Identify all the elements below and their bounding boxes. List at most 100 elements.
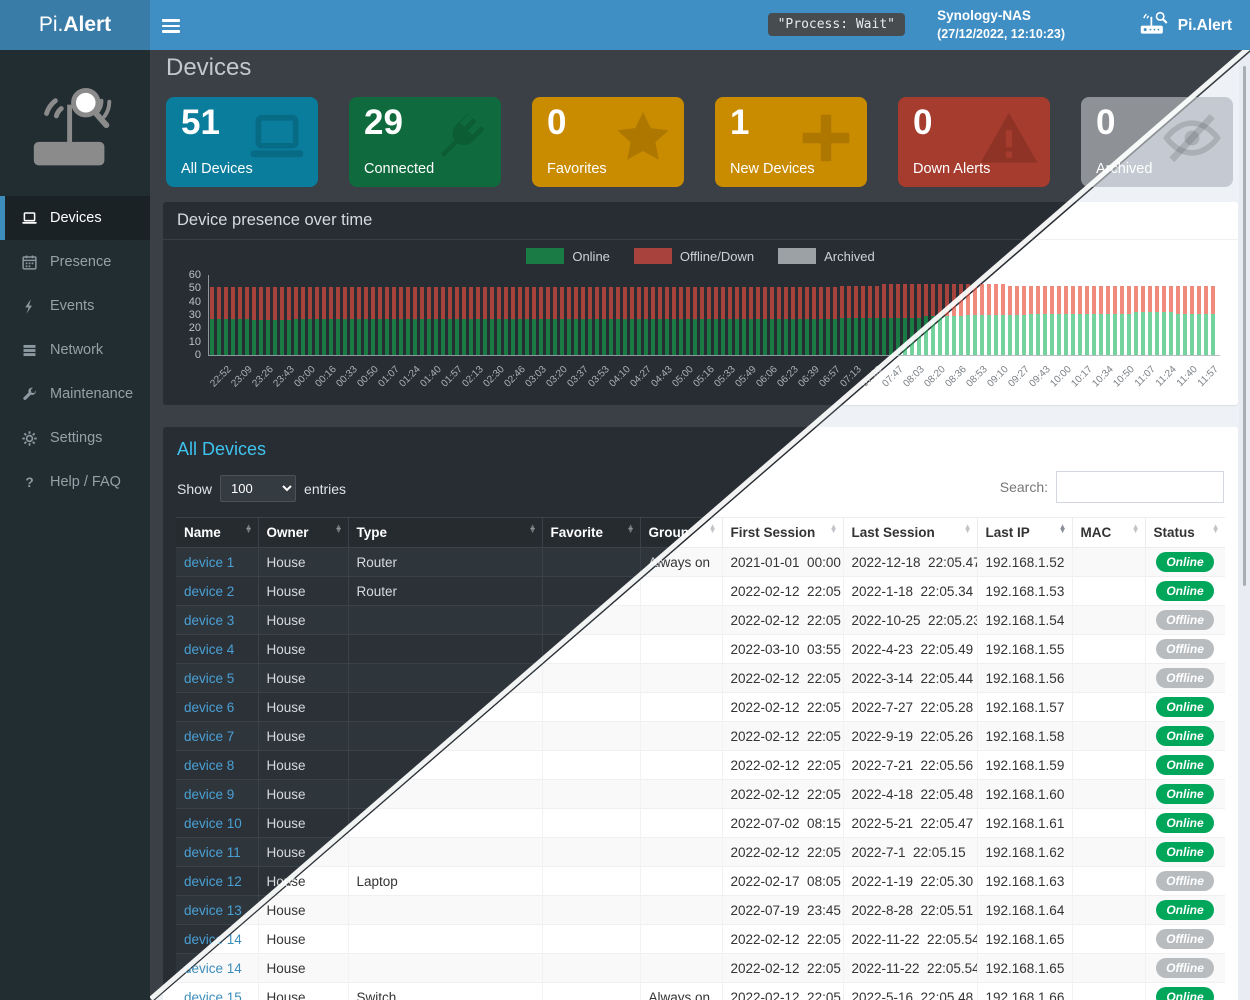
status-badge: Offline bbox=[1156, 871, 1214, 891]
table-cell bbox=[542, 780, 640, 809]
sidebar-item-presence[interactable]: Presence bbox=[0, 240, 150, 284]
sort-icon[interactable]: ▲▼ bbox=[1212, 525, 1220, 534]
sidebar-item-events[interactable]: Events bbox=[0, 284, 150, 328]
sort-icon[interactable]: ▲▼ bbox=[964, 525, 972, 534]
column-header-owner[interactable]: Owner▲▼ bbox=[258, 518, 348, 548]
table-cell: 2022-02-12 22:05 bbox=[722, 577, 843, 606]
device-link[interactable]: device 5 bbox=[184, 671, 234, 686]
table-row: device 13House2022-07-19 23:452022-8-28 … bbox=[176, 896, 1225, 925]
sort-icon[interactable]: ▲▼ bbox=[335, 525, 343, 534]
presence-bar bbox=[434, 287, 438, 355]
table-cell bbox=[1072, 548, 1145, 577]
presence-bar bbox=[756, 287, 760, 355]
search-input[interactable] bbox=[1056, 471, 1224, 503]
device-link[interactable]: device 12 bbox=[184, 874, 242, 889]
page-length-select[interactable]: 100 bbox=[220, 475, 296, 502]
table-cell bbox=[542, 838, 640, 867]
app-logo[interactable]: Pi.Alert bbox=[0, 0, 150, 50]
column-header-last-ip[interactable]: Last IP▲▼ bbox=[977, 518, 1072, 548]
summary-box-new-devices[interactable]: 1New Devices bbox=[715, 97, 867, 187]
device-link[interactable]: device 3 bbox=[184, 613, 234, 628]
table-cell: House bbox=[258, 693, 348, 722]
column-header-status[interactable]: Status▲▼ bbox=[1145, 518, 1225, 548]
column-header-last-session[interactable]: Last Session▲▼ bbox=[843, 518, 977, 548]
device-link[interactable]: device 4 bbox=[184, 642, 234, 657]
sort-icon[interactable]: ▲▼ bbox=[627, 525, 635, 534]
legend-label: Offline/Down bbox=[680, 249, 754, 264]
presence-bar bbox=[469, 287, 473, 355]
table-cell: House bbox=[258, 751, 348, 780]
table-cell: 2022-4-23 22:05.49 bbox=[843, 635, 977, 664]
sort-icon[interactable]: ▲▼ bbox=[1132, 525, 1140, 534]
table-cell bbox=[542, 548, 640, 577]
summary-box-value: 1 bbox=[730, 103, 749, 143]
summary-box-all-devices[interactable]: 51All Devices bbox=[166, 97, 318, 187]
column-header-type[interactable]: Type▲▼ bbox=[348, 518, 542, 548]
column-label: MAC bbox=[1081, 525, 1112, 540]
presence-bar bbox=[287, 287, 291, 355]
column-header-favorite[interactable]: Favorite▲▼ bbox=[542, 518, 640, 548]
sidebar-item-devices[interactable]: Devices bbox=[0, 196, 150, 240]
device-link[interactable]: device 6 bbox=[184, 700, 234, 715]
column-header-first-session[interactable]: First Session▲▼ bbox=[722, 518, 843, 548]
table-cell: 2022-5-21 22:05.47 bbox=[843, 809, 977, 838]
presence-bar bbox=[567, 287, 571, 355]
presence-bar bbox=[833, 287, 837, 355]
table-cell: 2022-12-18 22:05.47 bbox=[843, 548, 977, 577]
device-link[interactable]: device 2 bbox=[184, 584, 234, 599]
device-link[interactable]: device 13 bbox=[184, 903, 242, 918]
device-link[interactable]: device 10 bbox=[184, 816, 242, 831]
sidebar-item-settings[interactable]: Settings bbox=[0, 416, 150, 460]
summary-box-value: 0 bbox=[547, 103, 566, 143]
sort-icon[interactable]: ▲▼ bbox=[1059, 525, 1067, 534]
table-cell: 192.168.1.60 bbox=[977, 780, 1072, 809]
table-cell: 192.168.1.61 bbox=[977, 809, 1072, 838]
table-cell: 2022-02-17 08:05 bbox=[722, 867, 843, 896]
device-link[interactable]: device 15 bbox=[184, 990, 242, 1000]
summary-box-connected[interactable]: 29Connected bbox=[349, 97, 501, 187]
hamburger-menu-icon[interactable] bbox=[162, 16, 184, 34]
sidebar-item-network[interactable]: Network bbox=[0, 328, 150, 372]
search-label: Search: bbox=[1000, 479, 1048, 495]
presence-bar bbox=[392, 287, 396, 355]
table-cell: 2022-8-28 22:05.51 bbox=[843, 896, 977, 925]
star-icon bbox=[612, 107, 674, 174]
sidebar-item-label: Help / FAQ bbox=[50, 474, 121, 490]
table-cell bbox=[640, 896, 722, 925]
table-cell: 192.168.1.56 bbox=[977, 664, 1072, 693]
y-axis-tick-label: 30 bbox=[171, 309, 201, 321]
sidebar-item-maintenance[interactable]: Maintenance bbox=[0, 372, 150, 416]
table-cell: 2022-02-12 22:05 bbox=[722, 983, 843, 1000]
table-cell bbox=[542, 954, 640, 983]
summary-box-down-alerts[interactable]: 0Down Alerts bbox=[898, 97, 1050, 187]
host-name: Synology-NAS bbox=[937, 7, 1065, 26]
question-icon: ? bbox=[18, 474, 40, 491]
legend-item-offline-down: Offline/Down bbox=[634, 248, 754, 264]
column-header-name[interactable]: Name▲▼ bbox=[176, 518, 258, 548]
presence-bar bbox=[497, 287, 501, 355]
scrollbar-track[interactable] bbox=[1239, 50, 1250, 1000]
sort-icon[interactable]: ▲▼ bbox=[709, 525, 717, 534]
device-link[interactable]: device 1 bbox=[184, 555, 234, 570]
device-link[interactable]: device 11 bbox=[184, 845, 241, 860]
device-link[interactable]: device 9 bbox=[184, 787, 234, 802]
table-cell: 2022-5-16 22:05.48 bbox=[843, 983, 977, 1000]
top-navbar: Pi.Alert "Process: Wait" Synology-NAS (2… bbox=[0, 0, 1250, 50]
scrollbar-thumb[interactable] bbox=[1243, 66, 1246, 586]
presence-bar bbox=[574, 287, 578, 355]
sort-icon[interactable]: ▲▼ bbox=[830, 525, 838, 534]
table-cell: House bbox=[258, 983, 348, 1000]
summary-box-favorites[interactable]: 0Favorites bbox=[532, 97, 684, 187]
sort-icon[interactable]: ▲▼ bbox=[529, 525, 537, 534]
device-link[interactable]: device 8 bbox=[184, 758, 234, 773]
table-cell: 2022-7-21 22:05.56 bbox=[843, 751, 977, 780]
device-link[interactable]: device 7 bbox=[184, 729, 234, 744]
table-cell: House bbox=[258, 664, 348, 693]
sidebar-item-help-faq[interactable]: ? Help / FAQ bbox=[0, 460, 150, 504]
summary-box-label: Connected bbox=[364, 161, 434, 177]
host-info: Synology-NAS (27/12/2022, 12:10:23) bbox=[937, 7, 1065, 43]
table-cell: 2022-1-18 22:05.34 bbox=[843, 577, 977, 606]
sort-icon[interactable]: ▲▼ bbox=[245, 525, 253, 534]
column-header-mac[interactable]: MAC ▲▼ bbox=[1072, 518, 1145, 548]
table-cell bbox=[1072, 838, 1145, 867]
